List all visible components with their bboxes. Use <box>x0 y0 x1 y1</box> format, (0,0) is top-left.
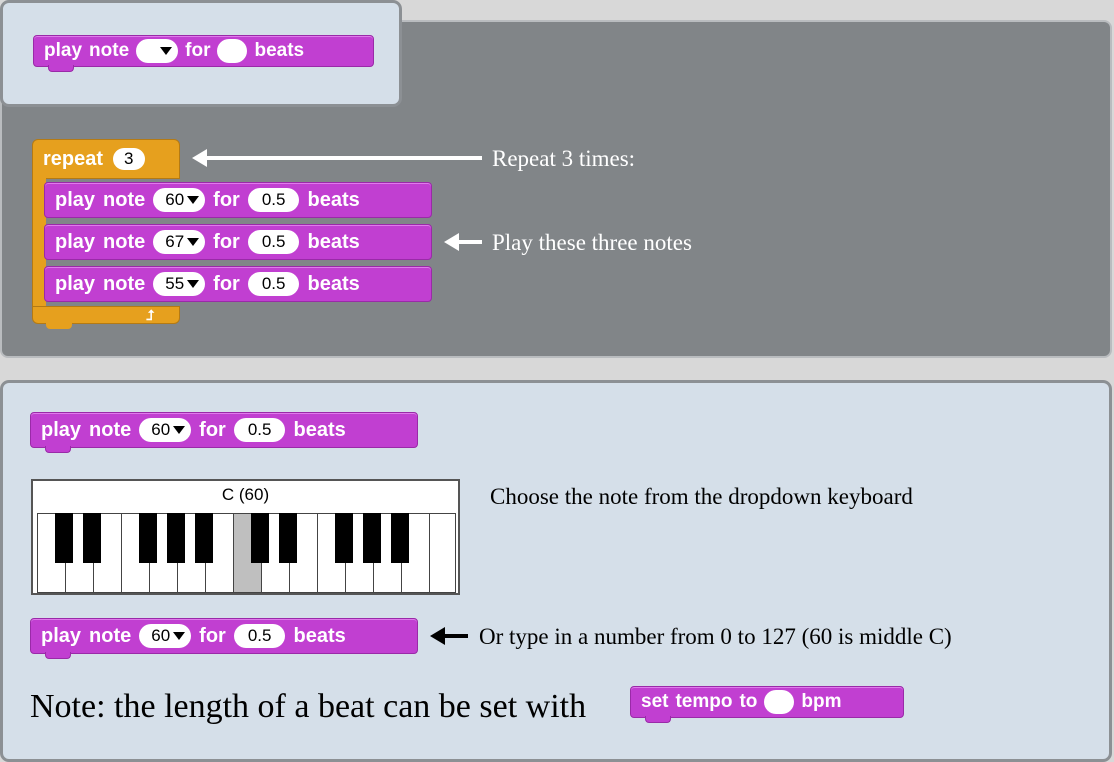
piano-keyboard-dropdown[interactable]: C (60) <box>31 479 460 595</box>
block-notch <box>48 65 74 72</box>
duration-slot[interactable]: 0.5 <box>233 624 286 648</box>
tempo-note-text: Note: the length of a beat can be set wi… <box>30 688 587 725</box>
arrow-left-icon <box>444 233 482 251</box>
block-word-note: note <box>103 188 146 211</box>
block-word-note: note <box>103 230 146 253</box>
block-word-tempo: tempo <box>675 691 733 712</box>
black-key[interactable] <box>83 513 101 563</box>
block-word-play: play <box>55 272 96 295</box>
dropdown-arrow-icon <box>173 632 186 640</box>
pitch-dropdown-slot[interactable]: 67 <box>153 230 206 254</box>
pitch-dropdown-slot[interactable]: 55 <box>153 272 206 296</box>
pitch-value: 60 <box>165 190 185 209</box>
block-word-play: play <box>55 188 96 211</box>
arrow-left-icon <box>430 627 468 645</box>
black-key[interactable] <box>55 513 73 563</box>
duration-slot[interactable] <box>217 39 248 63</box>
pitch-value: 55 <box>165 274 185 293</box>
repeat-count-slot[interactable]: 3 <box>113 148 145 170</box>
block-word-note: note <box>89 418 132 441</box>
block-word-for: for <box>199 418 226 441</box>
black-key[interactable] <box>195 513 213 563</box>
loop-arrow-icon: ⮥ <box>146 307 155 323</box>
block-notch <box>45 652 71 659</box>
block-word-for: for <box>213 230 240 253</box>
block-word-note: note <box>89 40 130 61</box>
pitch-dropdown-slot[interactable]: 60 <box>153 188 206 212</box>
block-word-bpm: bpm <box>801 691 842 712</box>
block-notch <box>645 716 671 723</box>
palette-panel: play note for beats <box>0 0 402 107</box>
play-note-block[interactable]: play note 60 for 0.5 beats <box>30 412 418 453</box>
duration-slot[interactable]: 0.5 <box>247 272 300 296</box>
block-word-note: note <box>103 272 146 295</box>
play-note-block[interactable]: play note for beats <box>33 35 374 72</box>
pitch-value: 60 <box>151 420 171 439</box>
black-key[interactable] <box>139 513 157 563</box>
block-word-set: set <box>641 691 669 712</box>
piano-keys <box>37 513 456 593</box>
black-key[interactable] <box>391 513 409 563</box>
block-word-play: play <box>44 40 83 61</box>
pitch-value: 67 <box>165 232 185 251</box>
repeat-label: repeat <box>43 147 104 170</box>
play-note-block[interactable]: play note 67 for 0.5 beats <box>44 224 432 260</box>
pitch-dropdown-slot[interactable]: 60 <box>139 418 192 442</box>
duration-slot[interactable]: 0.5 <box>247 188 300 212</box>
block-notch <box>45 446 71 453</box>
pitch-value: 60 <box>151 626 171 645</box>
duration-slot[interactable]: 0.5 <box>233 418 286 442</box>
duration-slot[interactable]: 0.5 <box>247 230 300 254</box>
black-key[interactable] <box>363 513 381 563</box>
play-note-block[interactable]: play note 60 for 0.5 beats <box>44 182 432 218</box>
block-word-note: note <box>89 624 132 647</box>
play-note-block[interactable]: play note 55 for 0.5 beats <box>44 266 432 302</box>
arrow-left-icon <box>192 149 482 167</box>
block-word-for: for <box>213 272 240 295</box>
dropdown-arrow-icon <box>187 238 200 246</box>
dropdown-arrow-icon <box>173 426 186 434</box>
black-key[interactable] <box>251 513 269 563</box>
callout-repeat: Repeat 3 times: <box>492 146 636 171</box>
dropdown-arrow-icon <box>160 47 173 55</box>
block-word-for: for <box>185 40 211 61</box>
block-word-to: to <box>739 691 758 712</box>
dropdown-arrow-icon <box>187 196 200 204</box>
dropdown-arrow-icon <box>187 280 200 288</box>
block-word-beats: beats <box>293 624 346 647</box>
block-word-play: play <box>41 624 82 647</box>
block-word-play: play <box>55 230 96 253</box>
block-word-beats: beats <box>307 188 360 211</box>
keyboard-caption: Choose the note from the dropdown keyboa… <box>490 484 913 509</box>
repeat-block[interactable]: repeat 3 <box>32 139 180 179</box>
repeat-block-notch <box>46 322 72 329</box>
block-word-for: for <box>199 624 226 647</box>
block-word-beats: beats <box>307 272 360 295</box>
white-key[interactable] <box>430 514 455 592</box>
bpm-slot[interactable] <box>764 690 795 714</box>
block-word-beats: beats <box>307 230 360 253</box>
callout-notes: Play these three notes <box>492 230 692 255</box>
keyboard-note-label: C (60) <box>221 485 270 504</box>
play-note-block[interactable]: play note 60 for 0.5 beats <box>30 618 418 659</box>
set-tempo-block[interactable]: set tempo to bpm <box>630 686 904 723</box>
black-key[interactable] <box>335 513 353 563</box>
block-word-beats: beats <box>293 418 346 441</box>
pitch-dropdown-slot[interactable]: 60 <box>139 624 192 648</box>
block-word-for: for <box>213 188 240 211</box>
block-word-beats: beats <box>254 40 305 61</box>
black-key[interactable] <box>279 513 297 563</box>
black-key[interactable] <box>167 513 185 563</box>
pitch-dropdown-slot[interactable] <box>136 39 179 63</box>
block-word-play: play <box>41 418 82 441</box>
type-caption: Or type in a number from 0 to 127 (60 is… <box>479 624 952 649</box>
